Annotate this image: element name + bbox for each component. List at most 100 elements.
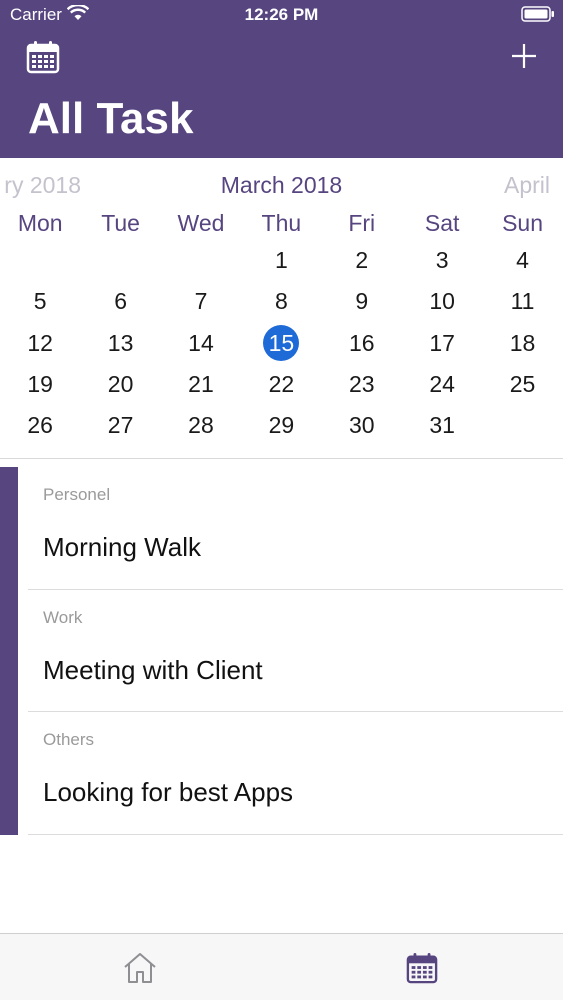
calendar-day[interactable]: 10 [402, 281, 482, 322]
home-icon[interactable] [122, 951, 158, 985]
calendar-day-number: 14 [188, 329, 214, 356]
status-time: 12:26 PM [244, 5, 319, 24]
calendar-day-number: 31 [429, 412, 455, 439]
calendar-day-number: 16 [348, 329, 375, 356]
calendar-day-number: 18 [509, 329, 536, 356]
task-item[interactable]: Others Looking for best Apps [28, 712, 563, 835]
task-name: Meeting with Client [43, 654, 263, 685]
calendar-day-number: 7 [194, 288, 208, 315]
calendar-day[interactable]: 16 [322, 323, 402, 364]
task-category: Work [43, 607, 83, 627]
calendar-week-row: 19 20 21 22 23 24 25 [0, 364, 563, 405]
calendar-day-number: 17 [429, 329, 455, 356]
calendar-day-number: 12 [27, 329, 53, 356]
next-month-label[interactable]: April [504, 172, 550, 199]
calendar-day-number: 11 [510, 288, 535, 315]
calendar-day-number: 30 [348, 412, 375, 439]
calendar-grid: Mon Tue Wed Thu Fri Sat Sun 1 2 3 4 5 6 7 8 9 10 1… [0, 206, 563, 446]
calendar-day[interactable]: 21 [161, 364, 241, 405]
weekday-header: Mon Tue Wed Thu Fri Sat Sun [0, 206, 563, 240]
calendar-day[interactable]: 12 [0, 323, 80, 364]
status-bar: Carrier 12:26 PM [0, 0, 563, 30]
calendar-day-number: 5 [33, 288, 47, 315]
calendar-day[interactable]: 31 [402, 405, 482, 446]
calendar-day[interactable]: 19 [0, 364, 80, 405]
header: Carrier 12:26 PM All Task [0, 0, 563, 158]
task-item[interactable]: Personel Morning Walk [28, 467, 563, 590]
weekday-label: Wed [177, 210, 225, 236]
calendar-day-number: 3 [435, 247, 449, 273]
calendar-day[interactable]: 2 [322, 240, 402, 281]
calendar-day[interactable]: 7 [161, 281, 241, 322]
calendar-day-number: 28 [188, 412, 214, 439]
calendar-day[interactable]: 4 [482, 240, 562, 281]
calendar-day-selected[interactable]: 15 [241, 323, 321, 364]
calendar-day-number: 26 [27, 412, 53, 439]
calendar-day[interactable]: 28 [161, 405, 241, 446]
calendar-day-number: 27 [107, 412, 134, 439]
calendar-day-empty [482, 405, 562, 446]
add-task-button[interactable] [508, 40, 540, 72]
calendar-day-empty [80, 240, 160, 281]
calendar-day[interactable]: 6 [80, 281, 160, 322]
page-title: All Task [28, 94, 194, 143]
calendar-day[interactable]: 17 [402, 323, 482, 364]
current-month-label: March 2018 [220, 172, 343, 198]
weekday-label: Tue [101, 210, 140, 236]
calendar-day[interactable]: 22 [241, 364, 321, 405]
calendar-day-number: 9 [355, 288, 369, 315]
calendar-day-number: 29 [268, 412, 295, 439]
calendar-day[interactable]: 20 [80, 364, 160, 405]
task-category: Others [43, 730, 95, 749]
weekday-label: Thu [261, 210, 302, 236]
tab-bar [0, 933, 563, 1000]
calendar-day-empty [0, 240, 80, 281]
calendar-day-empty [161, 240, 241, 281]
calendar-week-row: 12 13 14 15 16 17 18 [0, 323, 563, 364]
weekday-label: Sun [502, 210, 543, 236]
calendar-day-number: 24 [429, 370, 455, 397]
calendar-day-number: 23 [348, 370, 375, 397]
calendar-day[interactable]: 5 [0, 281, 80, 322]
calendar-icon[interactable] [26, 40, 60, 74]
calendar-day-number: 20 [107, 370, 134, 397]
calendar-day[interactable]: 18 [482, 323, 562, 364]
calendar-day-number: 2 [355, 247, 369, 273]
calendar-day[interactable]: 26 [0, 405, 80, 446]
calendar-divider [0, 458, 563, 459]
calendar-day[interactable]: 9 [322, 281, 402, 322]
calendar-day[interactable]: 24 [402, 364, 482, 405]
calendar-day[interactable]: 29 [241, 405, 321, 446]
calendar-day[interactable]: 8 [241, 281, 321, 322]
calendar-day-number: 15 [263, 324, 300, 361]
calendar-day-number: 22 [268, 370, 295, 397]
calendar-day-number: 19 [27, 370, 53, 397]
calendar-day[interactable]: 23 [322, 364, 402, 405]
calendar-week-row: 26 27 28 29 30 31 [0, 405, 563, 446]
calendar-day-number: 25 [509, 370, 536, 397]
calendar-day[interactable]: 14 [161, 323, 241, 364]
calendar-day-number: 8 [274, 288, 288, 315]
calendar-day-number: 21 [188, 370, 214, 397]
calendar-week-row: 1 2 3 4 [0, 240, 563, 281]
weekday-label: Mon [17, 210, 63, 236]
calendar-day[interactable]: 3 [402, 240, 482, 281]
weekday-label: Fri [348, 210, 376, 236]
calendar-icon[interactable] [406, 952, 438, 984]
task-category: Personel [43, 485, 111, 504]
calendar-day[interactable]: 11 [482, 281, 562, 322]
task-name: Looking for best Apps [43, 777, 294, 807]
calendar-day[interactable]: 1 [241, 240, 321, 281]
month-selector[interactable]: ry 2018 March 2018 April [0, 172, 563, 202]
calendar-day-number: 13 [107, 329, 134, 356]
calendar-day[interactable]: 30 [322, 405, 402, 446]
calendar-weeks: 1 2 3 4 5 6 7 8 9 10 11 12 13 14 15 16 17 18 19 20 21 22 23 24 2… [0, 240, 563, 446]
calendar-day-number: 4 [516, 247, 529, 273]
calendar-day-number: 1 [274, 247, 288, 273]
calendar-day[interactable]: 25 [482, 364, 562, 405]
task-accent-bar [0, 467, 18, 835]
calendar-week-row: 5 6 7 8 9 10 11 [0, 281, 563, 322]
calendar-day[interactable]: 13 [80, 323, 160, 364]
task-item[interactable]: Work Meeting with Client [28, 590, 563, 712]
calendar-day[interactable]: 27 [80, 405, 160, 446]
